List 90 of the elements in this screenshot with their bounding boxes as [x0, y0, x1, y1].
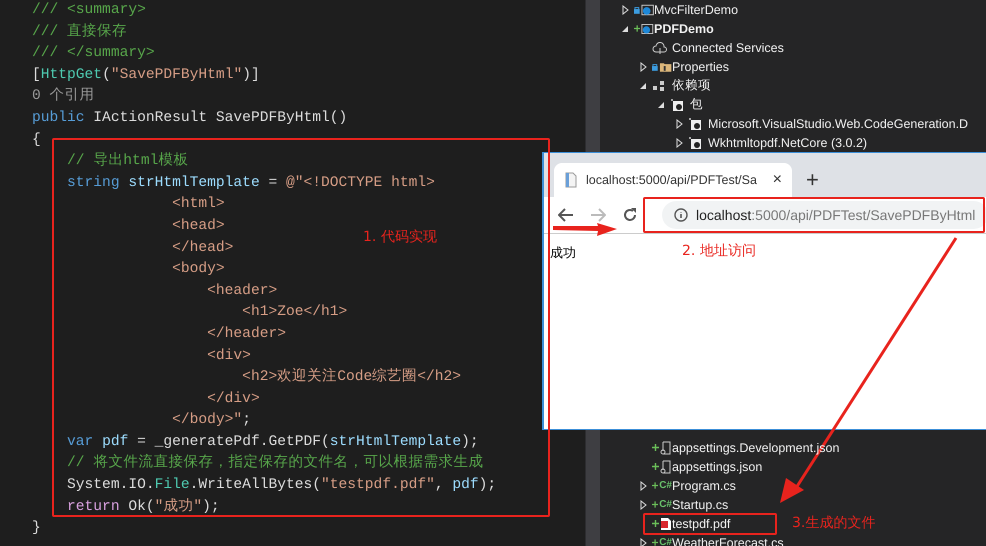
code-line: </div> [206, 390, 260, 409]
annotation-label: 1. 代码实现 [363, 228, 437, 246]
tree-row[interactable]: Microsoft.VisualStudio.Web.CodeGeneration.D [600, 114, 970, 133]
code-line: /// 直接保存 [32, 22, 128, 42]
code-line: public IActionResult SavePDFByHtml() [32, 108, 348, 128]
tree-item[interactable]: Microsoft.VisualStudio.Web.CodeGeneration.D [708, 116, 968, 130]
code-line: /// <summary> [32, 1, 146, 20]
code-line: <div> [206, 346, 251, 366]
tree-row[interactable]: PDFDemo [600, 19, 716, 38]
cloud-icon [652, 42, 668, 54]
settings-file-icon [660, 440, 672, 454]
tree-item[interactable]: Properties [672, 60, 729, 74]
new-tab-button[interactable]: + [800, 163, 825, 197]
package-icon [688, 116, 702, 130]
tree-item[interactable]: PDFDemo [654, 22, 714, 36]
tree-row[interactable]: 依赖项 [600, 76, 713, 95]
tree-item[interactable]: MvcFilterDemo [654, 2, 738, 16]
code-line: </body>"; [171, 411, 251, 430]
code-line: <body> [171, 260, 225, 280]
browser-tab[interactable]: localhost:5000/api/PDFTest/Sa × [554, 163, 792, 197]
package-icon [688, 136, 702, 150]
tree-item[interactable]: appsettings.json [672, 460, 762, 474]
code-line: </header> [206, 324, 286, 344]
collapsed-arrow-icon[interactable] [640, 62, 646, 72]
code-line: { [32, 130, 41, 150]
tree-row[interactable]: MvcFilterDemo [600, 0, 740, 19]
close-tab-button[interactable]: × [772, 171, 782, 189]
tree-item[interactable]: 包 [690, 96, 703, 113]
tree-row[interactable]: appsettings.json [600, 457, 764, 476]
code-line: <h2>欢迎关注Code综艺圈</h2> [241, 367, 462, 388]
code-line: // 导出html模板 [66, 151, 188, 172]
code-line: return Ok("成功"); [66, 497, 220, 517]
settings-file-icon [660, 460, 672, 474]
annotation-label: 3.生成的文件 [792, 514, 876, 532]
collapsed-arrow-icon[interactable] [640, 480, 646, 490]
csharp-icon: C# [659, 499, 672, 510]
code-line: <html> [171, 195, 225, 214]
expanded-arrow-icon[interactable] [621, 24, 629, 32]
tree-row[interactable]: C#Program.cs [600, 476, 738, 495]
tree-row[interactable]: C#Startup.cs [600, 495, 730, 514]
web-project-icon [640, 2, 654, 16]
tree-row[interactable]: Wkhtmltopdf.NetCore (3.0.2) [600, 133, 870, 152]
reload-icon[interactable] [622, 207, 638, 223]
dependencies-icon [652, 80, 666, 92]
collapsed-arrow-icon[interactable] [676, 138, 682, 148]
tree-item[interactable]: Startup.cs [672, 498, 728, 512]
collapsed-arrow-icon[interactable] [640, 500, 646, 510]
code-line: // 将文件流直接保存，指定保存的文件名，可以根据需求生成 [66, 453, 484, 474]
folder-wrench-icon [658, 60, 672, 72]
collapsed-arrow-icon[interactable] [640, 538, 646, 546]
tree-item[interactable]: Wkhtmltopdf.NetCore (3.0.2) [708, 136, 868, 150]
page-icon [564, 172, 578, 188]
expanded-arrow-icon[interactable] [657, 100, 665, 108]
code-line: <header> [206, 282, 278, 301]
tree-item[interactable]: Program.cs [672, 478, 736, 492]
scrollbar[interactable] [586, 0, 600, 152]
code-line: } [32, 519, 41, 538]
tree-item[interactable]: 依赖项 [672, 77, 711, 94]
code-line: </head> [171, 238, 234, 258]
code-line: <h1>Zoe</h1> [241, 303, 348, 322]
tree-item[interactable]: Connected Services [672, 40, 784, 54]
tree-row[interactable]: Properties [600, 57, 731, 76]
scrollbar[interactable] [586, 428, 600, 546]
tab-title: localhost:5000/api/PDFTest/Sa [586, 173, 758, 187]
annotation-label: 2. 地址访问 [682, 242, 756, 260]
web-project-icon [641, 22, 654, 36]
page-text: 成功 [550, 244, 576, 262]
code-line: System.IO.File.WriteAllBytes("testpdf.pdf", pdf); [66, 476, 496, 496]
csharp-icon: C# [659, 537, 672, 546]
collapsed-arrow-icon[interactable] [676, 118, 682, 128]
code-line: <head> [171, 216, 225, 236]
info-icon [674, 208, 688, 222]
csharp-icon: C# [659, 480, 672, 491]
code-line: /// </summary> [32, 44, 155, 64]
tree-row[interactable]: Connected Services [600, 38, 786, 57]
arrow [553, 223, 617, 236]
pdf-file-icon [660, 516, 672, 530]
back-icon[interactable] [558, 208, 574, 222]
url-text: localhost:5000/api/PDFTest/SavePDFByHtml [696, 207, 976, 223]
expanded-arrow-icon[interactable] [639, 82, 647, 90]
collapsed-arrow-icon[interactable] [622, 4, 628, 14]
package-icon [670, 98, 684, 112]
tree-row[interactable]: 包 [600, 95, 705, 114]
code-line: var pdf = _generatePdf.GetPDF(strHtmlTemplate); [66, 432, 479, 452]
code-line: [HttpGet("SavePDFByHtml")] [32, 66, 260, 85]
code-line: 0 个引用 [32, 86, 95, 106]
tree-item[interactable]: testpdf.pdf [672, 516, 730, 530]
tree-row[interactable]: testpdf.pdf [600, 514, 732, 533]
address-bar[interactable]: localhost:5000/api/PDFTest/SavePDFByHtml [662, 201, 986, 229]
code-line: string strHtmlTemplate = @"<!DOCTYPE html> [66, 174, 435, 193]
